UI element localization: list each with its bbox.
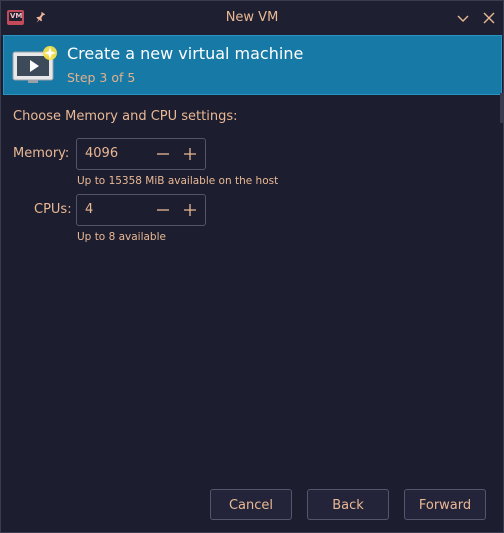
wizard-step: Step 3 of 5	[67, 70, 136, 85]
plus-icon[interactable]	[182, 202, 198, 218]
memory-value[interactable]: 4096	[85, 146, 118, 161]
scrollbar[interactable]	[500, 93, 503, 123]
new-vm-monitor-icon	[12, 46, 57, 83]
cpus-label: CPUs:	[34, 202, 72, 217]
chevron-down-icon[interactable]	[455, 10, 471, 26]
wizard-title: Create a new virtual machine	[67, 44, 304, 63]
window-title: New VM	[225, 10, 279, 25]
cancel-button[interactable]: Cancel	[210, 489, 292, 520]
close-icon[interactable]	[481, 10, 497, 26]
plus-icon[interactable]	[182, 146, 198, 162]
cpus-spinbox[interactable]: 4	[76, 194, 206, 226]
memory-spinbox[interactable]: 4096	[76, 138, 206, 170]
memory-label: Memory:	[13, 146, 70, 161]
cpus-value[interactable]: 4	[85, 202, 93, 217]
minus-icon[interactable]	[155, 146, 171, 162]
memory-hint: Up to 15358 MiB available on the host	[77, 175, 279, 187]
forward-button[interactable]: Forward	[404, 489, 486, 520]
title-bar[interactable]: VM New VM	[1, 1, 503, 36]
new-vm-window: VM New VM Create a new virtual machine S…	[0, 0, 504, 533]
cpus-hint: Up to 8 available	[77, 231, 166, 243]
section-label: Choose Memory and CPU settings:	[13, 109, 238, 124]
minus-icon[interactable]	[155, 202, 171, 218]
back-button[interactable]: Back	[307, 489, 389, 520]
wizard-header: Create a new virtual machine Step 3 of 5	[3, 35, 502, 95]
